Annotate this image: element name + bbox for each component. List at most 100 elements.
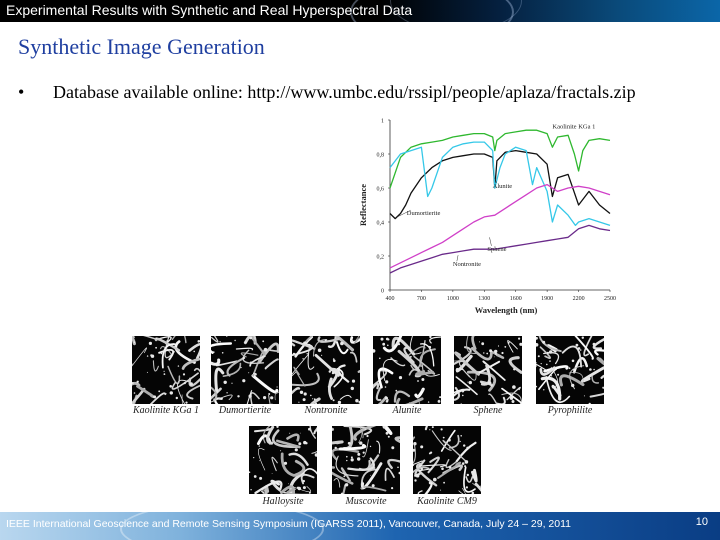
fractal-speck	[421, 378, 425, 381]
fractal-speck	[390, 465, 392, 467]
fractal-speck	[337, 400, 342, 404]
fractal-speck	[328, 370, 331, 373]
fractal-speck	[299, 432, 301, 434]
fractal-speck	[189, 382, 193, 386]
fractal-speck	[512, 385, 516, 389]
fractal-speck	[177, 365, 180, 367]
fractal-speck	[303, 341, 307, 345]
fractal-speck	[589, 368, 592, 371]
fractal-speck	[549, 350, 553, 354]
fractal-stroke	[292, 372, 320, 387]
thumbnail-label: Pyrophilite	[547, 405, 593, 416]
fractal-speck	[298, 442, 302, 446]
fractal-stroke	[335, 455, 359, 477]
fractal-speck	[314, 453, 317, 457]
fractal-stroke	[313, 426, 317, 433]
fractal-speck	[332, 399, 335, 402]
fractal-speck	[384, 386, 387, 388]
footer-text: IEEE International Geoscience and Remote…	[6, 518, 571, 530]
fractal-speck	[433, 477, 437, 482]
fractal-speck	[385, 396, 388, 400]
fractal-speck	[249, 336, 253, 340]
fractal-speck	[504, 346, 507, 348]
fractal-speck	[468, 380, 472, 385]
annotation-arrow	[489, 237, 492, 246]
fractal-speck	[193, 350, 195, 353]
fractal-speck	[332, 358, 335, 360]
fractal-speck	[382, 342, 386, 346]
fractal-speck	[295, 388, 298, 391]
x-tick-label: 1300	[478, 296, 490, 302]
fractal-speck	[212, 362, 214, 365]
fractal-speck	[460, 403, 462, 404]
fractal-speck	[308, 491, 311, 494]
fractal-speck	[385, 431, 389, 435]
fractal-stroke	[360, 486, 387, 492]
fractal-stroke	[465, 476, 474, 483]
fractal-speck	[136, 380, 139, 383]
fractal-speck	[324, 339, 327, 342]
fractal-speck	[183, 382, 186, 385]
fractal-stroke	[596, 357, 604, 366]
fractal-stroke	[292, 386, 301, 395]
fractal-speck	[362, 486, 364, 488]
fractal-speck	[351, 379, 356, 383]
fractal-speck	[440, 428, 443, 431]
fractal-speck	[575, 343, 579, 347]
fractal-speck	[146, 355, 149, 357]
fractal-speck	[465, 486, 468, 489]
fractal-speck	[350, 386, 354, 391]
fractal-speck	[387, 435, 390, 438]
series-annotation: Dumortierite	[407, 210, 441, 217]
fractal-speck	[550, 392, 552, 394]
fractal-speck	[165, 393, 167, 395]
fractal-speck	[481, 381, 483, 384]
fractal-image	[332, 426, 400, 494]
fractal-stroke	[429, 336, 441, 344]
fractal-speck	[369, 445, 372, 448]
fractal-speck	[362, 481, 364, 483]
x-tick-label: 400	[386, 296, 395, 302]
fractal-speck	[297, 486, 301, 491]
fractal-speck	[571, 359, 575, 363]
fractal-speck	[169, 385, 172, 388]
fractal-speck	[312, 398, 314, 400]
fractal-speck	[244, 341, 247, 344]
fractal-speck	[387, 344, 389, 347]
fractal-stroke	[174, 340, 196, 364]
fractal-stroke	[455, 441, 477, 463]
fractal-speck	[389, 358, 391, 360]
fractal-speck	[133, 392, 136, 394]
fractal-speck	[518, 337, 521, 340]
fractal-stroke	[235, 347, 254, 351]
fractal-speck	[253, 372, 255, 375]
fractal-stroke	[496, 396, 506, 404]
fractal-speck	[302, 486, 306, 490]
fractal-speck	[467, 381, 469, 383]
fractal-speck	[262, 340, 265, 343]
fractal-speck	[321, 354, 323, 356]
y-tick-label: 1	[381, 119, 384, 125]
fractal-speck	[549, 360, 551, 362]
fractal-speck	[373, 349, 376, 353]
fractal-speck	[303, 440, 307, 445]
fractal-stroke	[471, 468, 478, 483]
fractal-speck	[466, 473, 469, 477]
fractal-speck	[572, 369, 575, 371]
fractal-speck	[132, 363, 133, 365]
thumbnail-label: Sphene	[473, 405, 503, 416]
fractal-speck	[240, 366, 242, 369]
fractal-speck	[292, 352, 296, 356]
fractal-speck	[303, 392, 307, 396]
thumbnail-label: Dumortierite	[218, 405, 272, 416]
fractal-speck	[197, 340, 200, 343]
fractal-speck	[308, 427, 311, 431]
fractal-stroke	[264, 358, 279, 369]
fractal-stroke	[349, 351, 358, 363]
fractal-speck	[295, 341, 298, 343]
y-tick-label: 0,2	[377, 255, 385, 261]
fractal-speck	[185, 401, 188, 404]
fractal-speck	[357, 457, 361, 461]
fractal-stroke	[274, 392, 279, 401]
fractal-stroke	[314, 353, 340, 377]
